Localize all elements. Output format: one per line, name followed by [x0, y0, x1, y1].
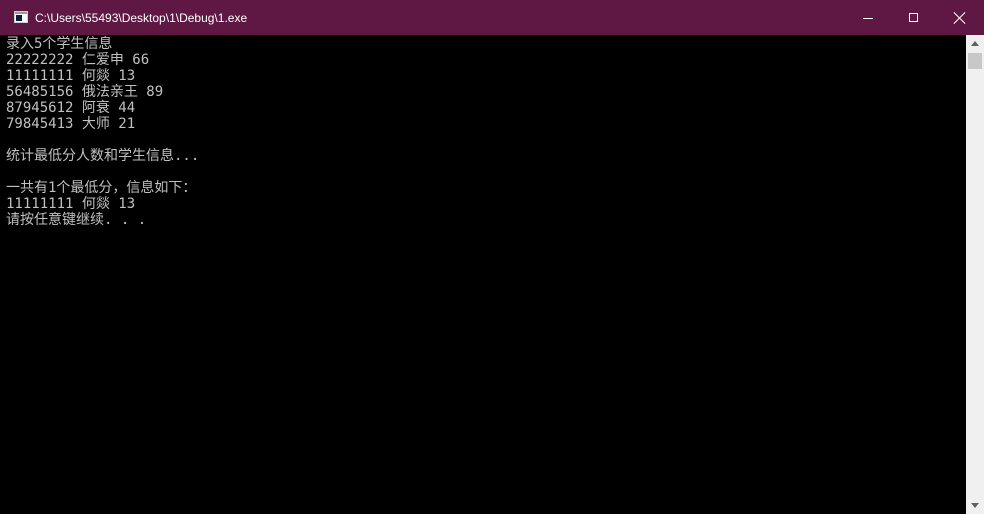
minimize-icon: [863, 18, 873, 19]
close-icon: [954, 12, 966, 24]
scroll-thumb[interactable]: [968, 53, 982, 69]
console-lines: 录入5个学生信息 22222222 仁爱申 66 11111111 何燚 13 …: [6, 36, 199, 228]
scroll-down-icon[interactable]: [971, 503, 979, 508]
console-line: 录入5个学生信息: [6, 36, 113, 52]
console-line: 87945612 阿衰 44: [6, 100, 136, 116]
minimize-button[interactable]: [845, 0, 891, 35]
console-line: 22222222 仁爱申 66: [6, 52, 150, 68]
console-line: 请按任意键继续. . .: [6, 212, 147, 228]
console-line: 56485156 俄法亲王 89: [6, 84, 164, 100]
console-line: 79845413 大师 21: [6, 116, 136, 132]
close-button[interactable]: [937, 0, 983, 35]
console-line: 统计最低分人数和学生信息...: [6, 148, 200, 164]
scroll-up-icon[interactable]: [971, 41, 979, 46]
console-output[interactable]: 录入5个学生信息 22222222 仁爱申 66 11111111 何燚 13 …: [0, 35, 966, 514]
console-line: 11111111 何燚 13: [6, 196, 136, 212]
console-app-icon[interactable]: [14, 11, 28, 23]
console-line: 一共有1个最低分，信息如下：: [6, 180, 197, 196]
vertical-scrollbar[interactable]: [966, 35, 984, 514]
console-line: 11111111 何燚 13: [6, 68, 136, 84]
window-title: C:\Users\55493\Desktop\1\Debug\1.exe: [35, 11, 248, 25]
title-bar[interactable]: C:\Users\55493\Desktop\1\Debug\1.exe: [0, 0, 984, 35]
maximize-icon: [909, 13, 918, 22]
console-window: C:\Users\55493\Desktop\1\Debug\1.exe 录入5…: [0, 0, 984, 514]
maximize-button[interactable]: [891, 0, 937, 35]
